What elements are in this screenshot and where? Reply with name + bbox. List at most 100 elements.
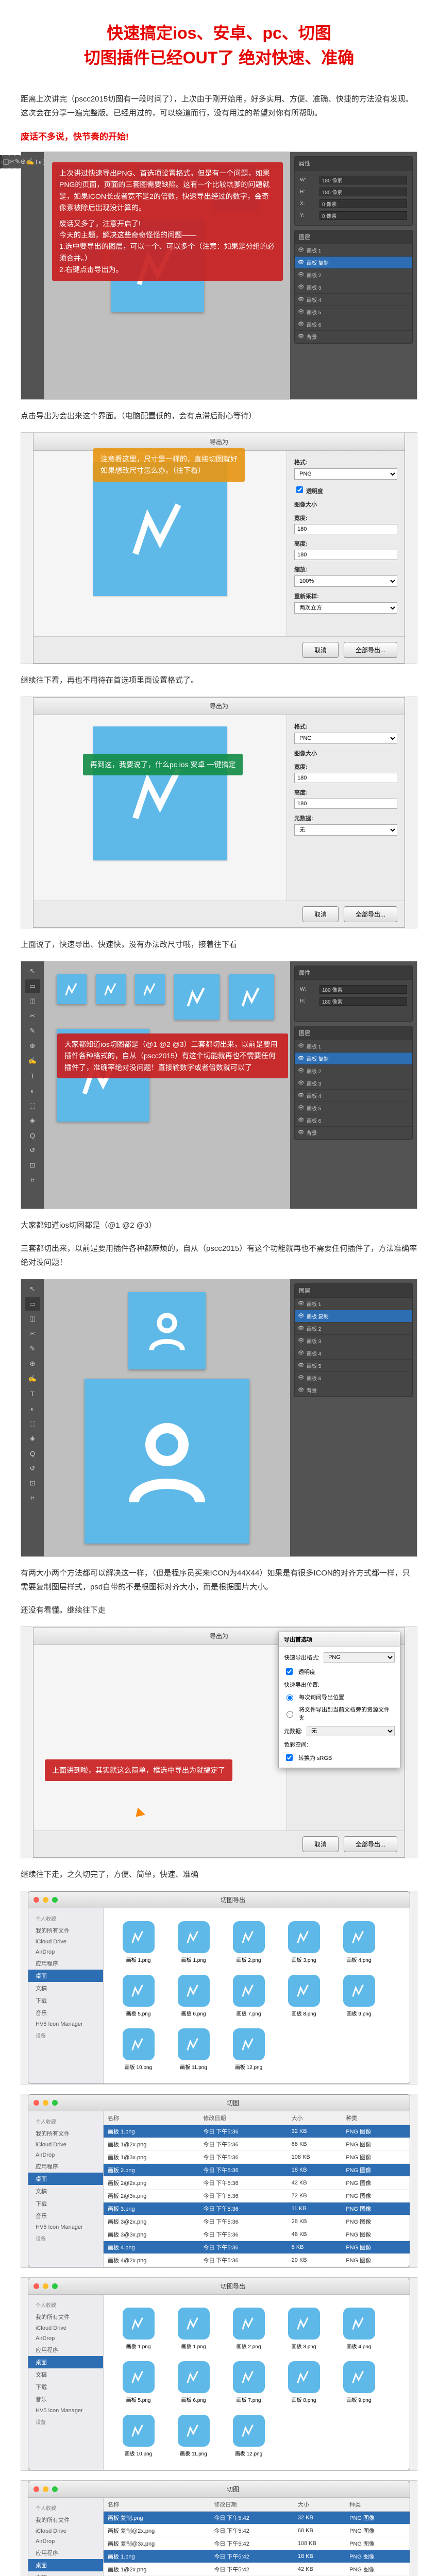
ps-tool[interactable]: ⬚ (25, 1099, 40, 1112)
layer-item[interactable]: 👁画板 3 (295, 281, 412, 294)
minimize-icon[interactable] (43, 1897, 48, 1903)
visibility-icon[interactable]: 👁 (298, 1080, 304, 1087)
visibility-icon[interactable]: 👁 (298, 272, 304, 278)
prop-x[interactable] (319, 199, 407, 208)
sidebar-item[interactable]: 文稿 (28, 1982, 103, 1994)
sidebar-item[interactable]: 文稿 (28, 2185, 103, 2197)
layer-item[interactable]: 👁背景 (295, 1127, 412, 1139)
ps-tool[interactable]: ◫ (25, 1312, 40, 1326)
col-header[interactable]: 大小 (294, 2498, 345, 2512)
file-icon-item[interactable]: 画板 2.png (227, 2308, 271, 2350)
ps-tool[interactable]: ✎ (25, 1342, 40, 1355)
sidebar-item[interactable]: 下载 (28, 1994, 103, 2007)
ps-tool[interactable]: ⌗ (25, 1174, 40, 1187)
sidebar-item[interactable]: 桌面 (28, 1970, 103, 1982)
ps-tool[interactable]: T (25, 1387, 40, 1400)
layer-item[interactable]: 👁画板 4 (295, 1347, 412, 1360)
sidebar-item[interactable]: 文稿 (28, 2368, 103, 2381)
ps-tool[interactable]: T (35, 155, 39, 168)
layer-item[interactable]: 👁画板 复制 (295, 257, 412, 269)
file-icon-item[interactable]: 画板 11.png (172, 2415, 215, 2457)
visibility-icon[interactable]: 👁 (298, 260, 304, 266)
ps-tool[interactable]: ◐ (38, 155, 42, 168)
ps-tool[interactable]: ✍ (25, 1372, 40, 1385)
file-row[interactable]: 画板 2@2x.png今日 下午5:3642 KBPNG 图像 (104, 2177, 410, 2190)
col-header[interactable]: 名称 (104, 2111, 199, 2125)
format-select[interactable]: PNG (294, 733, 397, 744)
file-icon-item[interactable]: 画板 9.png (337, 2361, 381, 2403)
layer-item[interactable]: 👁画板 3 (295, 1335, 412, 1347)
sidebar-item[interactable]: AirDrop (28, 2150, 103, 2160)
visibility-icon[interactable]: 👁 (298, 1105, 304, 1111)
cancel-button[interactable]: 取消 (302, 642, 339, 658)
visibility-icon[interactable]: 👁 (298, 1350, 304, 1357)
layer-item[interactable]: 👁画板 5 (295, 1360, 412, 1372)
visibility-icon[interactable]: 👁 (298, 321, 304, 328)
export-width[interactable] (294, 524, 397, 534)
ps-tool[interactable]: ✍ (26, 155, 34, 168)
ps-tool[interactable]: ↖ (25, 1282, 40, 1296)
ps-tool[interactable]: ◐ (25, 1402, 40, 1415)
sidebar-item[interactable]: AirDrop (28, 2536, 103, 2547)
transparency-check[interactable] (296, 486, 303, 493)
layer-item[interactable]: 👁画板 5 (295, 1102, 412, 1114)
ps-tool[interactable]: ✎ (15, 155, 21, 168)
ps-tool[interactable]: ⊕ (25, 1039, 40, 1053)
file-icon-item[interactable]: 画板 6.png (172, 1975, 215, 2017)
file-row[interactable]: 画板 2@3x.png今日 下午5:3672 KBPNG 图像 (104, 2190, 410, 2202)
layer-item[interactable]: 👁画板 4 (295, 1090, 412, 1102)
sidebar-item[interactable]: 文稿 (28, 2571, 103, 2576)
minimize-icon[interactable] (43, 2100, 48, 2106)
file-icon-item[interactable]: 画板 10.png (116, 2415, 160, 2457)
sidebar-item[interactable]: AirDrop (28, 2333, 103, 2344)
ps-tool[interactable]: ⬚ (25, 1417, 40, 1430)
file-icon-item[interactable]: 画板 12.png (227, 2415, 271, 2457)
visibility-icon[interactable]: 👁 (298, 1338, 304, 1344)
layer-item[interactable]: 👁画板 复制 (295, 1053, 412, 1065)
file-icon-item[interactable]: 画板 7.png (227, 2361, 271, 2403)
visibility-icon[interactable]: 👁 (298, 1301, 304, 1307)
file-icon-item[interactable]: 画板 11.png (172, 2028, 215, 2071)
ps-tool[interactable]: ↺ (25, 1144, 40, 1157)
layer-item[interactable]: 👁画板 复制 (295, 1310, 412, 1323)
ps-tool[interactable]: ↖▭◫✂✎⊕✍T◐⬚◈Q↺⊡⌗ (25, 155, 40, 168)
file-icon-item[interactable]: 画板 12.png (227, 2028, 271, 2071)
visibility-icon[interactable]: 👁 (298, 1068, 304, 1074)
col-header[interactable]: 修改日期 (210, 2498, 294, 2512)
visibility-icon[interactable]: 👁 (298, 1043, 304, 1049)
close-icon[interactable] (33, 1897, 39, 1903)
quick-export-format[interactable]: PNG (324, 1652, 395, 1663)
file-icon-item[interactable]: 画板 1.png (172, 1921, 215, 1963)
ps-tool[interactable]: ⊕ (25, 1357, 40, 1370)
visibility-icon[interactable]: 👁 (298, 297, 304, 303)
file-row[interactable]: 画板 复制@2x.png今日 下午5:4268 KBPNG 图像 (104, 2524, 410, 2537)
col-header[interactable]: 大小 (288, 2111, 342, 2125)
ps-tool[interactable]: ◈ (25, 1432, 40, 1445)
visibility-icon[interactable]: 👁 (298, 1387, 304, 1394)
layer-item[interactable]: 👁画板 6 (295, 318, 412, 331)
visibility-icon[interactable]: 👁 (298, 1313, 304, 1319)
sidebar-item[interactable]: 桌面 (28, 2559, 103, 2571)
file-icon-item[interactable]: 画板 3.png (282, 1921, 326, 1963)
sidebar-item[interactable]: 我的所有文件 (28, 1924, 103, 1937)
layer-item[interactable]: 👁背景 (295, 1384, 412, 1397)
ps-tool[interactable]: ◫ (3, 155, 9, 168)
sidebar-item[interactable]: HV5 Icon Manager (28, 2019, 103, 2029)
prop-y[interactable] (319, 211, 407, 220)
file-icon-item[interactable]: 画板 8.png (282, 1975, 326, 2017)
export-all-button[interactable]: 全部导出... (344, 642, 397, 658)
layer-item[interactable]: 👁背景 (295, 331, 412, 343)
file-row[interactable]: 画板 3@2x.png今日 下午5:3628 KBPNG 图像 (104, 2215, 410, 2228)
layer-item[interactable]: 👁画板 1 (295, 1298, 412, 1310)
sidebar-item[interactable]: iCloud Drive (28, 2526, 103, 2536)
ps-tool[interactable]: ◈ (25, 1114, 40, 1127)
export-height[interactable] (294, 550, 397, 560)
ps-tool[interactable]: ↖ (25, 964, 40, 978)
layer-item[interactable]: 👁画板 5 (295, 306, 412, 318)
col-header[interactable]: 种类 (342, 2111, 410, 2125)
ps-tool[interactable]: ◐ (25, 1084, 40, 1097)
file-icon-item[interactable]: 画板 4.png (337, 2308, 381, 2350)
file-icon-item[interactable]: 画板 1.png (172, 2308, 215, 2350)
visibility-icon[interactable]: 👁 (298, 1117, 304, 1124)
file-icon-item[interactable]: 画板 10.png (116, 2028, 160, 2071)
